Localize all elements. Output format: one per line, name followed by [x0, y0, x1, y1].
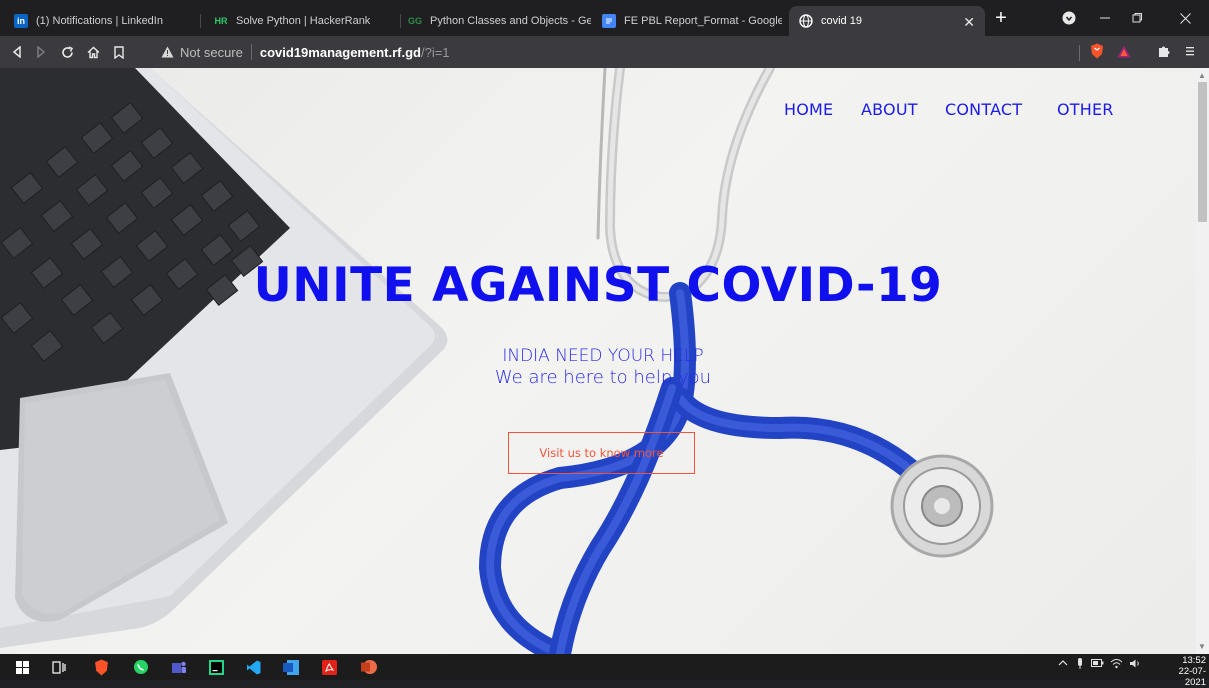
show-hidden-icons-icon[interactable]: [1058, 658, 1068, 671]
wifi-icon[interactable]: [1110, 658, 1123, 672]
url-host: covid19management.rf.gd: [259, 44, 421, 60]
vscode-icon[interactable]: [243, 657, 263, 677]
forward-icon[interactable]: [30, 41, 52, 63]
tab-geeksforgeeks[interactable]: GG Python Classes and Objects - Geeksfor…: [408, 6, 591, 36]
hackerrank-icon: HR: [214, 16, 228, 26]
scrollbar-thumb[interactable]: [1198, 82, 1207, 222]
home-icon[interactable]: [82, 41, 104, 63]
tab-google-docs[interactable]: FE PBL Report_Format - Google Docs: [602, 6, 782, 36]
tab-linkedin[interactable]: in (1) Notifications | LinkedIn: [14, 6, 194, 36]
hero-subtitle: INDIA NEED YOUR HELP: [502, 346, 704, 366]
brave-rewards-icon[interactable]: [1114, 41, 1134, 61]
url-divider: [250, 44, 252, 60]
extensions-puzzle-icon[interactable]: [1154, 41, 1174, 61]
nav-other-link[interactable]: OTHER: [1057, 100, 1114, 119]
task-view-icon[interactable]: [49, 657, 69, 677]
page-scrollbar[interactable]: ▲ ▼: [1196, 68, 1209, 654]
nav-about-link[interactable]: ABOUT: [861, 100, 918, 119]
google-docs-icon: [602, 14, 616, 28]
brave-shield-icon[interactable]: [1087, 41, 1107, 61]
acrobat-icon[interactable]: [319, 657, 339, 677]
nav-home-link[interactable]: HOME: [784, 100, 833, 119]
close-tab-icon[interactable]: ✕: [963, 14, 975, 31]
security-status-label[interactable]: Not secure: [180, 45, 243, 60]
taskbar-clock[interactable]: 13:52 22-07-2021: [1164, 655, 1206, 688]
minimize-window-icon[interactable]: [1090, 6, 1120, 30]
volume-icon[interactable]: [1129, 658, 1142, 672]
new-tab-button[interactable]: +: [990, 7, 1012, 29]
clock-date: 22-07-2021: [1178, 666, 1206, 688]
address-bar[interactable]: Not secure covid19management.rf.gd /?i=1: [160, 40, 1080, 64]
menu-icon[interactable]: [1180, 41, 1200, 61]
visit-us-button[interactable]: Visit us to know more: [508, 432, 695, 474]
brave-icon[interactable]: [91, 657, 111, 677]
site-navigation: HOME ABOUT CONTACT OTHER: [0, 100, 1196, 124]
tab-label: covid 19: [821, 15, 862, 27]
word-icon[interactable]: [281, 657, 301, 677]
tab-label: Solve Python | HackerRank: [236, 15, 371, 27]
windows-taskbar: 13:52 22-07-2021: [0, 654, 1209, 688]
restore-window-icon[interactable]: [1122, 6, 1152, 30]
whatsapp-icon[interactable]: [131, 657, 151, 677]
battery-icon[interactable]: [1091, 658, 1104, 671]
close-window-icon[interactable]: [1170, 6, 1200, 30]
scroll-down-arrow-icon[interactable]: ▼: [1198, 642, 1206, 651]
hero-tagline: We are here to help you: [494, 367, 712, 388]
tab-label: FE PBL Report_Format - Google Docs: [624, 15, 782, 27]
linkedin-icon: in: [14, 14, 28, 28]
tab-divider: [400, 14, 401, 28]
url-path: /?i=1: [420, 44, 450, 60]
hero-title: UNITE AGAINST COVID-19: [253, 258, 943, 313]
geeksforgeeks-icon: GG: [408, 16, 423, 26]
globe-icon: [799, 14, 813, 28]
microphone-icon[interactable]: [1076, 658, 1084, 673]
windows-start-icon[interactable]: [12, 657, 32, 677]
pycharm-icon[interactable]: [206, 657, 226, 677]
toolbar-divider: [1079, 45, 1080, 61]
scroll-up-arrow-icon[interactable]: ▲: [1198, 71, 1206, 80]
reload-icon[interactable]: [56, 41, 78, 63]
page-viewport: HOME ABOUT CONTACT OTHER UNITE AGAINST C…: [0, 68, 1196, 654]
powerpoint-icon[interactable]: [359, 657, 379, 677]
tab-covid19-active[interactable]: covid 19 ✕: [789, 6, 985, 36]
stethoscope-chestpiece: [890, 454, 994, 558]
tab-label: Python Classes and Objects - GeeksforGe: [430, 15, 591, 27]
warning-icon[interactable]: [160, 45, 174, 59]
back-icon[interactable]: [6, 41, 28, 63]
teams-icon[interactable]: [169, 657, 189, 677]
tab-label: (1) Notifications | LinkedIn: [36, 15, 163, 27]
tab-hackerrank[interactable]: HR Solve Python | HackerRank: [214, 6, 394, 36]
bookmark-icon[interactable]: [108, 41, 130, 63]
nav-contact-link[interactable]: CONTACT: [945, 100, 1022, 119]
clock-time: 13:52: [1182, 655, 1206, 666]
browser-toolbar: Not secure covid19management.rf.gd /?i=1: [0, 36, 1209, 68]
tab-divider: [200, 14, 201, 28]
profile-icon[interactable]: [1054, 6, 1084, 30]
browser-tab-strip: in (1) Notifications | LinkedIn HR Solve…: [0, 0, 1209, 36]
